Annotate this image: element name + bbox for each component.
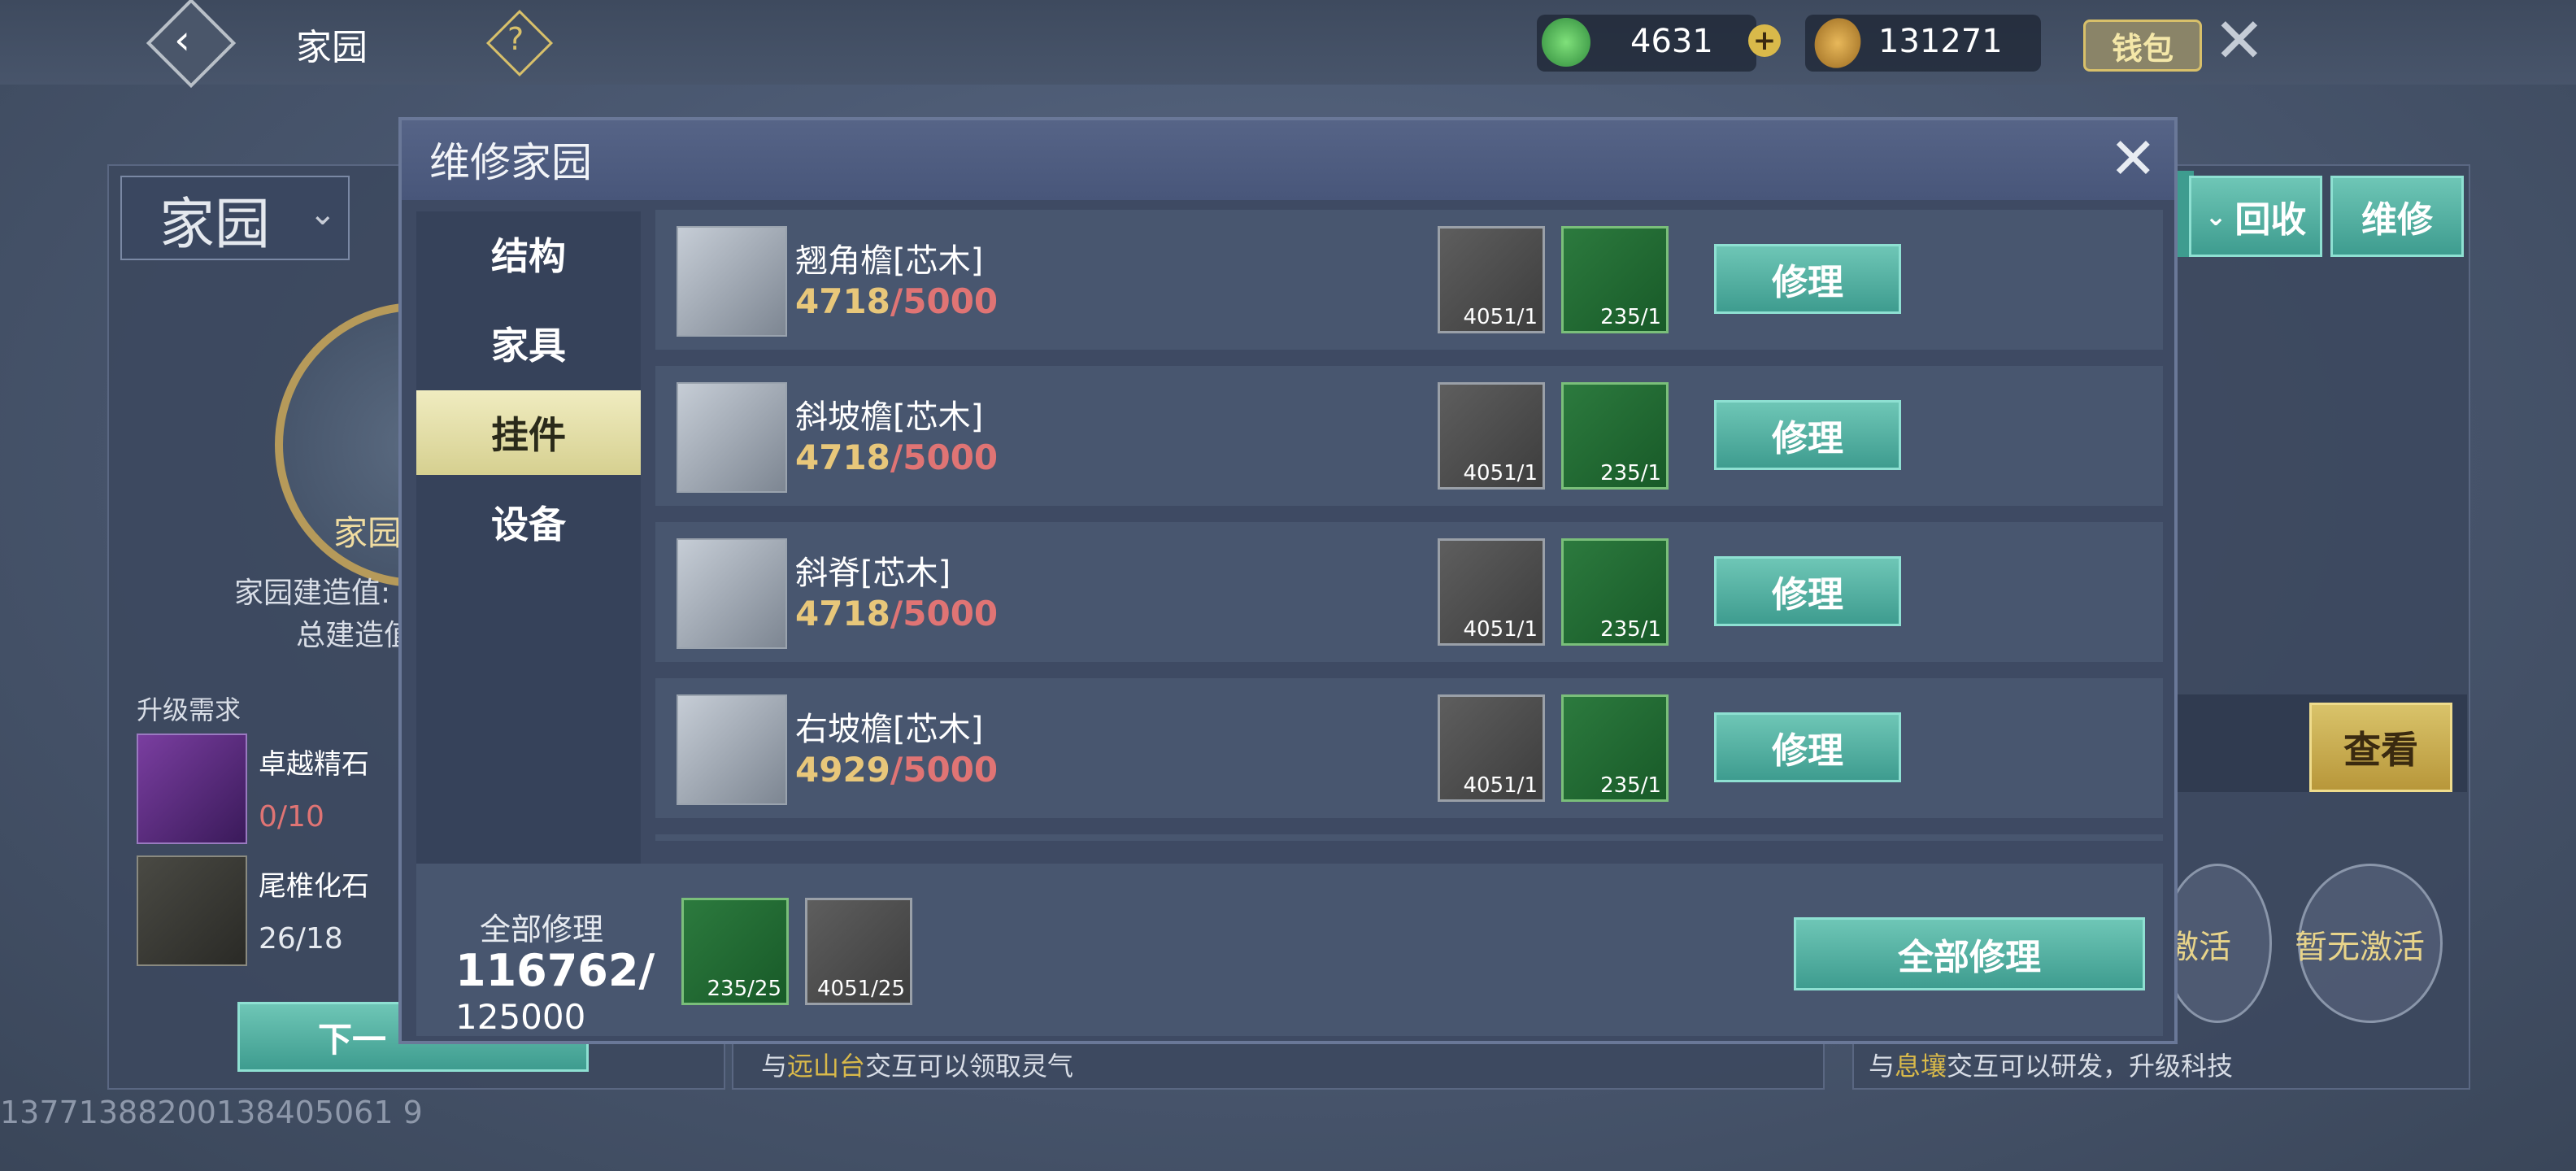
repair-home-dialog: 维修家园 ✕ 结构 家具 挂件 设备 翘角檐[芯木] 4718/5000 405…	[398, 117, 2178, 1044]
material-count: 235/1	[1600, 305, 1661, 329]
material-count: 235/1	[1600, 617, 1661, 642]
material-count: 4051/1	[1463, 305, 1538, 329]
tab-equipment[interactable]: 设备	[416, 480, 641, 564]
list-item: 斜坡檐[芯木] 4718/5000 4051/1 235/1 修理	[655, 366, 2163, 506]
repair-button[interactable]: 修理	[1714, 712, 1901, 782]
material-count: 235/1	[1600, 773, 1661, 798]
list-item: 斜脊[芯木] 4718/5000 4051/1 235/1 修理	[655, 522, 2163, 662]
item-name: 斜坡檐[芯木]	[795, 398, 984, 436]
material-count: 4051/1	[1463, 461, 1538, 485]
hint-left-place: 远山台	[787, 1051, 866, 1082]
recycle-button[interactable]: ⌄ 回收	[2189, 176, 2322, 257]
dialog-title: 维修家园	[429, 139, 592, 186]
item-durability: 4718/5000	[795, 594, 998, 633]
total-durability-max: 125000	[455, 997, 586, 1037]
item-thumbnail	[677, 538, 787, 649]
back-button[interactable]	[146, 0, 237, 89]
material-count: 4051/1	[1463, 773, 1538, 798]
durability-max: /5000	[890, 437, 999, 477]
repair-button[interactable]: 修理	[1714, 244, 1901, 314]
item-thumbnail	[677, 226, 787, 337]
material-count: 4051/1	[1463, 617, 1538, 642]
req-item-count: 26/18	[259, 922, 343, 956]
wood-material-slot[interactable]: 4051/25	[805, 898, 912, 1005]
close-icon[interactable]: ✕	[2109, 122, 2157, 195]
hint-left: 与远山台交互可以领取灵气	[761, 1046, 1073, 1083]
hint-left-suffix: 交互可以领取灵气	[865, 1051, 1074, 1082]
chevron-down-icon: ⌄	[2204, 201, 2227, 232]
repair-all-button[interactable]: 全部修理	[1794, 917, 2145, 990]
footer-id: 13771388200138405061 9	[0, 1095, 423, 1130]
total-durability-current: 116762/	[455, 945, 655, 996]
tab-pendant[interactable]: 挂件	[416, 390, 641, 475]
wood-material-slot[interactable]: 4051/1	[1438, 694, 1545, 802]
add-plus-icon[interactable]: +	[1748, 24, 1781, 57]
item-name: 翘角檐[芯木]	[795, 242, 984, 280]
wallet-button[interactable]: 钱包	[2083, 20, 2202, 72]
inactive-label: 暂无激活	[2295, 929, 2425, 966]
material-count: 235/1	[1600, 461, 1661, 485]
log-material-slot[interactable]: 235/1	[1561, 538, 1669, 646]
tab-furniture[interactable]: 家具	[416, 301, 641, 385]
chevron-down-icon: ⌄	[309, 195, 337, 233]
repair-button[interactable]: 修理	[1714, 400, 1901, 470]
item-thumbnail	[677, 694, 787, 805]
item-name: 斜脊[芯木]	[795, 555, 951, 592]
page-title: 家园	[296, 27, 368, 68]
wood-material-slot[interactable]: 4051/1	[1438, 382, 1545, 490]
repair-button[interactable]: 修理	[1714, 556, 1901, 626]
total-build-label: 总建造值	[296, 619, 414, 652]
hint-right-suffix: 交互可以研发，升级科技	[1947, 1051, 2234, 1082]
req-item-count: 0/10	[259, 800, 324, 834]
list-scroll-edge	[655, 834, 2163, 841]
material-count: 235/25	[707, 977, 781, 1001]
recycle-label: 回收	[2234, 199, 2307, 241]
material-count: 4051/25	[816, 977, 905, 1001]
item-name: 右坡檐[芯木]	[795, 711, 984, 748]
dialog-header	[402, 120, 2174, 200]
hint-right-place: 息壤	[1895, 1051, 1947, 1082]
close-x-icon[interactable]: ✕	[2213, 8, 2265, 73]
item-durability: 4929/5000	[795, 750, 998, 790]
coin-value: 131271	[1878, 23, 2003, 60]
list-item: 右坡檐[芯木] 4929/5000 4051/1 235/1 修理	[655, 678, 2163, 818]
top-bar: ‹ 家园 ? 4631 + 131271 钱包 ✕	[0, 0, 2576, 89]
log-material-slot[interactable]: 235/1	[1561, 226, 1669, 333]
log-material-slot[interactable]: 235/1	[1561, 694, 1669, 802]
durability-max: /5000	[890, 281, 999, 321]
log-material-slot[interactable]: 235/25	[681, 898, 789, 1005]
view-button[interactable]: 查看	[2309, 703, 2452, 792]
durability-max: /5000	[890, 594, 999, 633]
upgrade-req-label: 升级需求	[137, 694, 242, 725]
tab-structure[interactable]: 结构	[416, 211, 641, 296]
home-select-label: 家园	[159, 193, 271, 257]
item-durability: 4718/5000	[795, 281, 998, 321]
repair-all-label: 全部修理	[480, 912, 604, 947]
jade-currency-icon	[1542, 18, 1590, 67]
durability-current: 4929	[795, 750, 890, 790]
req-item-icon[interactable]	[137, 855, 247, 966]
list-item: 翘角檐[芯木] 4718/5000 4051/1 235/1 修理	[655, 210, 2163, 350]
back-arrow-icon: ‹	[174, 16, 190, 63]
emblem-label: 家园	[333, 513, 402, 553]
req-item-name: 卓越精石	[259, 748, 369, 781]
durability-current: 4718	[795, 437, 890, 477]
durability-max: /5000	[890, 750, 999, 790]
hint-left-prefix: 与	[761, 1051, 788, 1082]
hint-right-prefix: 与	[1869, 1051, 1895, 1082]
jade-value: 4631	[1630, 23, 1713, 60]
durability-current: 4718	[795, 594, 890, 633]
help-question-icon: ?	[507, 21, 524, 57]
build-value-label: 家园建造值:	[234, 577, 391, 610]
hint-right: 与息壤交互可以研发，升级科技	[1869, 1046, 2233, 1083]
repair-tab-button[interactable]: 维修	[2330, 176, 2464, 257]
req-item-name: 尾椎化石	[259, 870, 369, 903]
durability-current: 4718	[795, 281, 890, 321]
wood-material-slot[interactable]: 4051/1	[1438, 538, 1545, 646]
req-item-icon[interactable]	[137, 734, 247, 844]
item-thumbnail	[677, 382, 787, 493]
log-material-slot[interactable]: 235/1	[1561, 382, 1669, 490]
wood-material-slot[interactable]: 4051/1	[1438, 226, 1545, 333]
item-durability: 4718/5000	[795, 437, 998, 477]
